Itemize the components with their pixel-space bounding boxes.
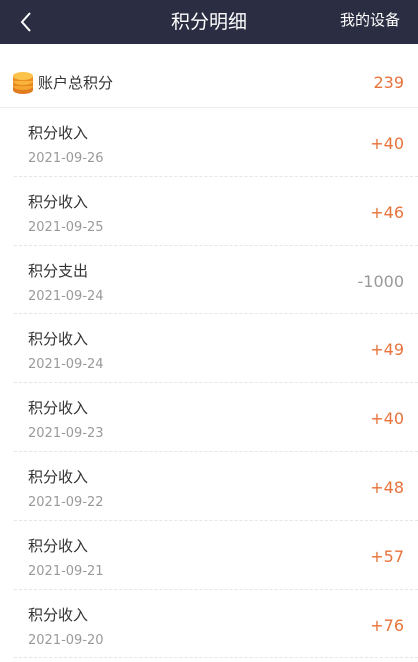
total-points-row: 账户总积分 239 bbox=[0, 58, 418, 108]
points-record-list: 积分收入 2021-09-26 +40 积分收入 2021-09-25 +46 … bbox=[0, 108, 418, 659]
record-date: 2021-09-22 bbox=[28, 494, 104, 510]
record-amount: -1000 bbox=[357, 271, 405, 291]
record-title: 积分收入 bbox=[28, 399, 89, 418]
total-points-value: 239 bbox=[373, 73, 404, 92]
list-item: 积分收入 2021-09-26 +40 bbox=[0, 108, 418, 177]
record-amount: +76 bbox=[370, 615, 404, 635]
record-date: 2021-09-20 bbox=[28, 632, 104, 648]
record-amount: +46 bbox=[370, 202, 404, 222]
list-item: 积分收入 2021-09-20 +76 bbox=[0, 590, 418, 659]
list-item: 积分收入 2021-09-25 +46 bbox=[0, 177, 418, 246]
record-amount: +49 bbox=[370, 340, 404, 360]
record-title: 积分收入 bbox=[28, 467, 89, 486]
record-title: 积分支出 bbox=[28, 261, 89, 280]
record-amount: +48 bbox=[370, 477, 404, 497]
record-title: 积分收入 bbox=[28, 605, 89, 624]
record-amount: +40 bbox=[370, 409, 404, 429]
record-title: 积分收入 bbox=[28, 124, 89, 142]
list-item: 积分收入 2021-09-22 +48 bbox=[0, 452, 418, 521]
list-item: 积分收入 2021-09-23 +40 bbox=[0, 383, 418, 452]
app-header: 积分明细 我的设备 bbox=[0, 0, 418, 44]
coin-stack-icon bbox=[13, 72, 33, 94]
record-amount: +57 bbox=[370, 546, 404, 566]
list-item: 积分收入 2021-09-21 +57 bbox=[0, 521, 418, 590]
record-date: 2021-09-23 bbox=[28, 426, 104, 442]
record-date: 2021-09-21 bbox=[28, 563, 104, 579]
my-devices-link[interactable]: 我的设备 bbox=[340, 0, 400, 44]
record-date: 2021-09-25 bbox=[28, 219, 104, 235]
record-title: 积分收入 bbox=[28, 536, 89, 555]
record-date: 2021-09-24 bbox=[28, 357, 104, 373]
total-points-label: 账户总积分 bbox=[38, 74, 114, 92]
record-date: 2021-09-24 bbox=[28, 288, 104, 304]
record-title: 积分收入 bbox=[28, 192, 89, 211]
record-amount: +40 bbox=[370, 134, 404, 153]
list-item: 积分支出 2021-09-24 -1000 bbox=[0, 246, 418, 315]
record-title: 积分收入 bbox=[28, 330, 89, 349]
list-item: 积分收入 2021-09-24 +49 bbox=[0, 314, 418, 383]
record-date: 2021-09-26 bbox=[28, 151, 104, 166]
